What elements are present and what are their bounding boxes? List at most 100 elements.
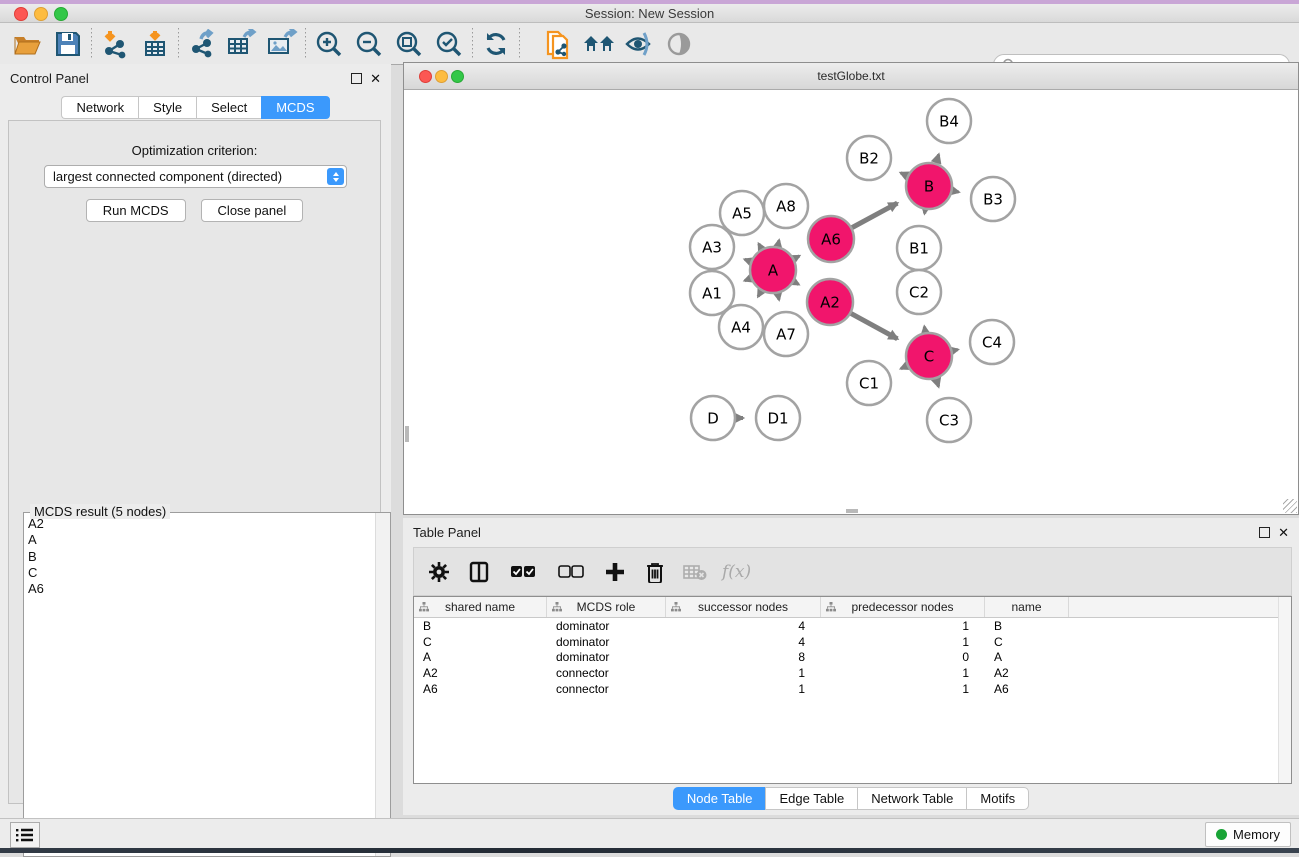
columns-icon[interactable]: [466, 558, 492, 586]
result-item[interactable]: A6: [24, 581, 376, 597]
export-image-icon[interactable]: [262, 27, 302, 61]
cell-predecessor-nodes[interactable]: 1: [821, 635, 985, 649]
zoom-in-icon[interactable]: [309, 27, 349, 61]
new-network-from-selection-icon[interactable]: [539, 27, 579, 61]
optimization-criterion-select[interactable]: largest connected component (directed): [44, 165, 347, 188]
node-label-B: B: [924, 177, 934, 195]
add-icon[interactable]: [602, 558, 628, 586]
result-item[interactable]: A2: [24, 516, 376, 532]
table-panel-title: Table Panel: [413, 525, 481, 540]
table-row[interactable]: A6connector11A6: [414, 681, 1291, 697]
result-item[interactable]: C: [24, 565, 376, 581]
node-label-B2: B2: [859, 149, 879, 167]
export-network-icon[interactable]: [182, 27, 222, 61]
cell-successor-nodes[interactable]: 4: [666, 619, 821, 633]
tab-network-table[interactable]: Network Table: [857, 787, 966, 810]
tab-node-table[interactable]: Node Table: [673, 787, 766, 810]
tab-select[interactable]: Select: [196, 96, 261, 119]
cell-predecessor-nodes[interactable]: 1: [821, 666, 985, 680]
cell-shared-name[interactable]: C: [414, 635, 547, 649]
column-header-name[interactable]: name: [985, 597, 1069, 617]
cell-name[interactable]: A2: [985, 666, 1069, 680]
network-window-titlebar[interactable]: testGlobe.txt: [404, 63, 1298, 90]
desktop-background-strip: [0, 848, 1299, 853]
import-table-icon[interactable]: [135, 27, 175, 61]
cell-shared-name[interactable]: B: [414, 619, 547, 633]
zoom-selected-icon[interactable]: [429, 27, 469, 61]
table-row[interactable]: Adominator80A: [414, 650, 1291, 666]
function-builder-icon[interactable]: f(x): [722, 562, 751, 582]
show-panels-button[interactable]: [10, 822, 40, 848]
hide-selected-icon[interactable]: [619, 27, 659, 61]
node-label-A4: A4: [731, 318, 751, 336]
column-header-successor-nodes[interactable]: successor nodes: [666, 597, 821, 617]
table-scrollbar[interactable]: [1278, 597, 1291, 783]
edge-A2-C[interactable]: [848, 312, 897, 339]
column-header-MCDS-role[interactable]: MCDS role: [547, 597, 666, 617]
cell-name[interactable]: A6: [985, 682, 1069, 696]
result-list-scrollbar[interactable]: [375, 513, 390, 856]
cell-predecessor-nodes[interactable]: 0: [821, 650, 985, 664]
column-header-shared-name[interactable]: shared name: [414, 597, 547, 617]
cell-name[interactable]: C: [985, 635, 1069, 649]
delete-table-icon[interactable]: [682, 558, 708, 586]
table-row[interactable]: Bdominator41B: [414, 618, 1291, 634]
edge-A6-B[interactable]: [849, 203, 897, 229]
network-graph[interactable]: B4B2BB3B1A5A8A6A3AA1A2C2A4A7CC4C1C3DD1: [405, 90, 1297, 513]
table-panel: Table Panel ✕ f(x) shared nameMCDS rol: [403, 518, 1299, 815]
refresh-icon[interactable]: [476, 27, 516, 61]
node-label-A3: A3: [702, 238, 722, 256]
window-resize-grip[interactable]: [1283, 499, 1297, 513]
cell-shared-name[interactable]: A2: [414, 666, 547, 680]
cell-MCDS-role[interactable]: dominator: [547, 650, 666, 664]
close-panel-button[interactable]: Close panel: [201, 199, 304, 222]
cell-MCDS-role[interactable]: dominator: [547, 619, 666, 633]
cell-name[interactable]: A: [985, 650, 1069, 664]
show-all-icon[interactable]: [659, 27, 699, 61]
zoom-out-icon[interactable]: [349, 27, 389, 61]
network-window-title: testGlobe.txt: [404, 69, 1298, 83]
table-row[interactable]: Cdominator41C: [414, 634, 1291, 650]
gear-icon[interactable]: [426, 558, 452, 586]
close-panel-icon[interactable]: ✕: [370, 74, 381, 83]
network-canvas[interactable]: B4B2BB3B1A5A8A6A3AA1A2C2A4A7CC4C1C3DD1: [405, 90, 1297, 513]
tab-motifs[interactable]: Motifs: [966, 787, 1029, 810]
save-session-icon[interactable]: [48, 27, 88, 61]
cell-predecessor-nodes[interactable]: 1: [821, 619, 985, 633]
cell-name[interactable]: B: [985, 619, 1069, 633]
float-table-panel-icon[interactable]: [1259, 527, 1270, 538]
cell-shared-name[interactable]: A: [414, 650, 547, 664]
open-file-icon[interactable]: [8, 27, 48, 61]
mcds-result-list[interactable]: A2ABCA6: [24, 516, 376, 856]
tab-edge-table[interactable]: Edge Table: [765, 787, 857, 810]
result-item[interactable]: A: [24, 532, 376, 548]
result-item[interactable]: B: [24, 549, 376, 565]
tab-network[interactable]: Network: [61, 96, 138, 119]
run-mcds-button[interactable]: Run MCDS: [86, 199, 186, 222]
tab-mcds[interactable]: MCDS: [261, 96, 329, 119]
node-label-A5: A5: [732, 204, 752, 222]
cell-MCDS-role[interactable]: dominator: [547, 635, 666, 649]
memory-button[interactable]: Memory: [1205, 822, 1291, 847]
cell-predecessor-nodes[interactable]: 1: [821, 682, 985, 696]
cell-MCDS-role[interactable]: connector: [547, 682, 666, 696]
cell-successor-nodes[interactable]: 1: [666, 682, 821, 696]
network-view-window: testGlobe.txt B4B2BB3B1A5A8A6A3AA1A2C2A4…: [403, 62, 1299, 515]
delete-icon[interactable]: [642, 558, 668, 586]
column-header-predecessor-nodes[interactable]: predecessor nodes: [821, 597, 985, 617]
first-neighbors-icon[interactable]: [579, 27, 619, 61]
deselect-all-icon[interactable]: [554, 558, 588, 586]
zoom-fit-icon[interactable]: [389, 27, 429, 61]
select-all-icon[interactable]: [506, 558, 540, 586]
cell-successor-nodes[interactable]: 4: [666, 635, 821, 649]
export-table-icon[interactable]: [222, 27, 262, 61]
import-network-icon[interactable]: [95, 27, 135, 61]
cell-MCDS-role[interactable]: connector: [547, 666, 666, 680]
cell-shared-name[interactable]: A6: [414, 682, 547, 696]
tab-style[interactable]: Style: [138, 96, 196, 119]
cell-successor-nodes[interactable]: 1: [666, 666, 821, 680]
float-panel-icon[interactable]: [351, 73, 362, 84]
close-table-panel-icon[interactable]: ✕: [1278, 528, 1289, 537]
table-row[interactable]: A2connector11A2: [414, 665, 1291, 681]
cell-successor-nodes[interactable]: 8: [666, 650, 821, 664]
